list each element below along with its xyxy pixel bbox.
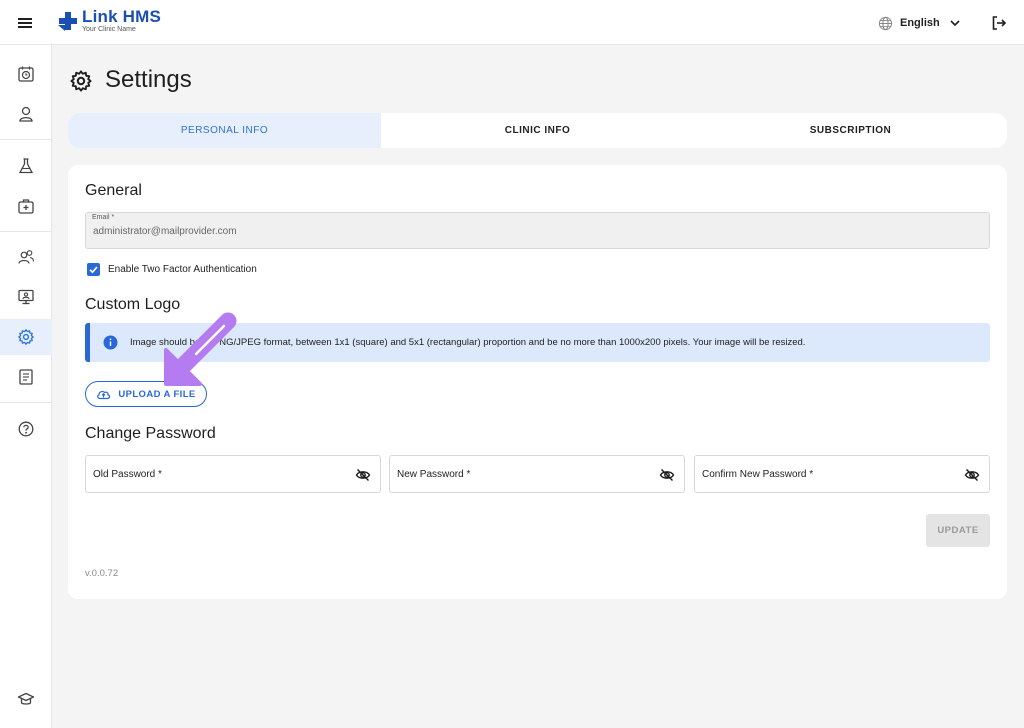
- gear-icon: [18, 329, 34, 345]
- report-document-icon: [19, 369, 33, 385]
- sidebar-item-reports[interactable]: [0, 359, 52, 395]
- user-icon: [19, 106, 33, 122]
- upload-file-label: UPLOAD A FILE: [118, 388, 196, 400]
- email-label: Email *: [92, 214, 115, 221]
- flask-icon: [18, 158, 34, 174]
- eye-off-icon[interactable]: [659, 467, 675, 483]
- graduation-cap-icon: [17, 692, 35, 705]
- sidebar-item-medical-kit[interactable]: [0, 188, 52, 224]
- sidebar: [0, 45, 52, 728]
- sidebar-divider: [0, 139, 52, 140]
- general-heading: General: [85, 182, 142, 199]
- info-icon: [103, 335, 118, 350]
- sidebar-item-help[interactable]: [0, 411, 52, 447]
- cloud-upload-icon: [97, 390, 111, 400]
- sidebar-item-tutorials[interactable]: [0, 681, 52, 717]
- upload-file-button[interactable]: UPLOAD A FILE: [85, 381, 207, 407]
- personal-info-card: General Email * administrator@mailprovid…: [68, 165, 1007, 599]
- globe-icon: [878, 16, 893, 30]
- new-password-field[interactable]: New Password *: [389, 455, 685, 493]
- new-password-label: New Password *: [397, 469, 471, 480]
- checkmark-icon: [89, 266, 98, 274]
- tab-personal-info[interactable]: PERSONAL INFO: [68, 113, 381, 148]
- two-factor-label: Enable Two Factor Authentication: [108, 264, 257, 275]
- monitor-user-icon: [18, 289, 34, 305]
- app-subtitle: Your Clinic Name: [82, 26, 136, 33]
- old-password-label: Old Password *: [93, 469, 162, 480]
- eye-off-icon[interactable]: [964, 467, 980, 483]
- info-accent-bar: [85, 323, 90, 362]
- chevron-down-icon: [950, 20, 960, 27]
- sidebar-item-staff[interactable]: [0, 239, 52, 275]
- app-name: Link HMS: [82, 7, 162, 26]
- medical-cross-logo-icon: [58, 12, 77, 31]
- sidebar-divider: [0, 402, 52, 403]
- users-icon: [18, 250, 35, 264]
- confirm-password-label: Confirm New Password *: [702, 469, 814, 480]
- calendar-clock-icon: [18, 66, 34, 82]
- settings-tabs: PERSONAL INFO CLINIC INFO SUBSCRIPTION: [68, 113, 1007, 148]
- top-bar: Link HMS Your Clinic Name English: [0, 0, 1024, 45]
- sidebar-item-monitor[interactable]: [0, 279, 52, 315]
- help-icon: [18, 421, 34, 437]
- language-label: English: [900, 17, 940, 29]
- sidebar-item-lab[interactable]: [0, 148, 52, 184]
- language-selector[interactable]: English: [878, 14, 961, 32]
- email-field: Email * administrator@mailprovider.com: [85, 212, 990, 249]
- logo-info-alert: Image should be in PNG/JPEG format, betw…: [85, 323, 990, 362]
- sidebar-item-patients[interactable]: [0, 96, 52, 132]
- custom-logo-heading: Custom Logo: [85, 296, 181, 313]
- confirm-password-field[interactable]: Confirm New Password *: [694, 455, 990, 493]
- sidebar-item-appointments[interactable]: [0, 56, 52, 92]
- sidebar-item-settings[interactable]: [0, 319, 52, 355]
- page-title: Settings: [105, 66, 192, 93]
- version-label: v.0.0.72: [85, 568, 119, 579]
- settings-gear-icon: [70, 70, 92, 92]
- eye-off-icon[interactable]: [355, 467, 371, 483]
- old-password-field[interactable]: Old Password *: [85, 455, 381, 493]
- change-password-heading: Change Password: [85, 425, 216, 442]
- two-factor-checkbox[interactable]: [87, 263, 100, 276]
- update-button[interactable]: UPDATE: [926, 514, 990, 547]
- menu-icon[interactable]: [14, 13, 36, 33]
- logout-icon[interactable]: [990, 14, 1008, 32]
- email-value: administrator@mailprovider.com: [93, 226, 237, 237]
- tab-subscription[interactable]: SUBSCRIPTION: [694, 113, 1007, 148]
- info-text: Image should be in PNG/JPEG format, betw…: [130, 337, 806, 348]
- medical-kit-icon: [18, 199, 34, 214]
- tab-clinic-info[interactable]: CLINIC INFO: [381, 113, 694, 148]
- sidebar-divider: [0, 231, 52, 232]
